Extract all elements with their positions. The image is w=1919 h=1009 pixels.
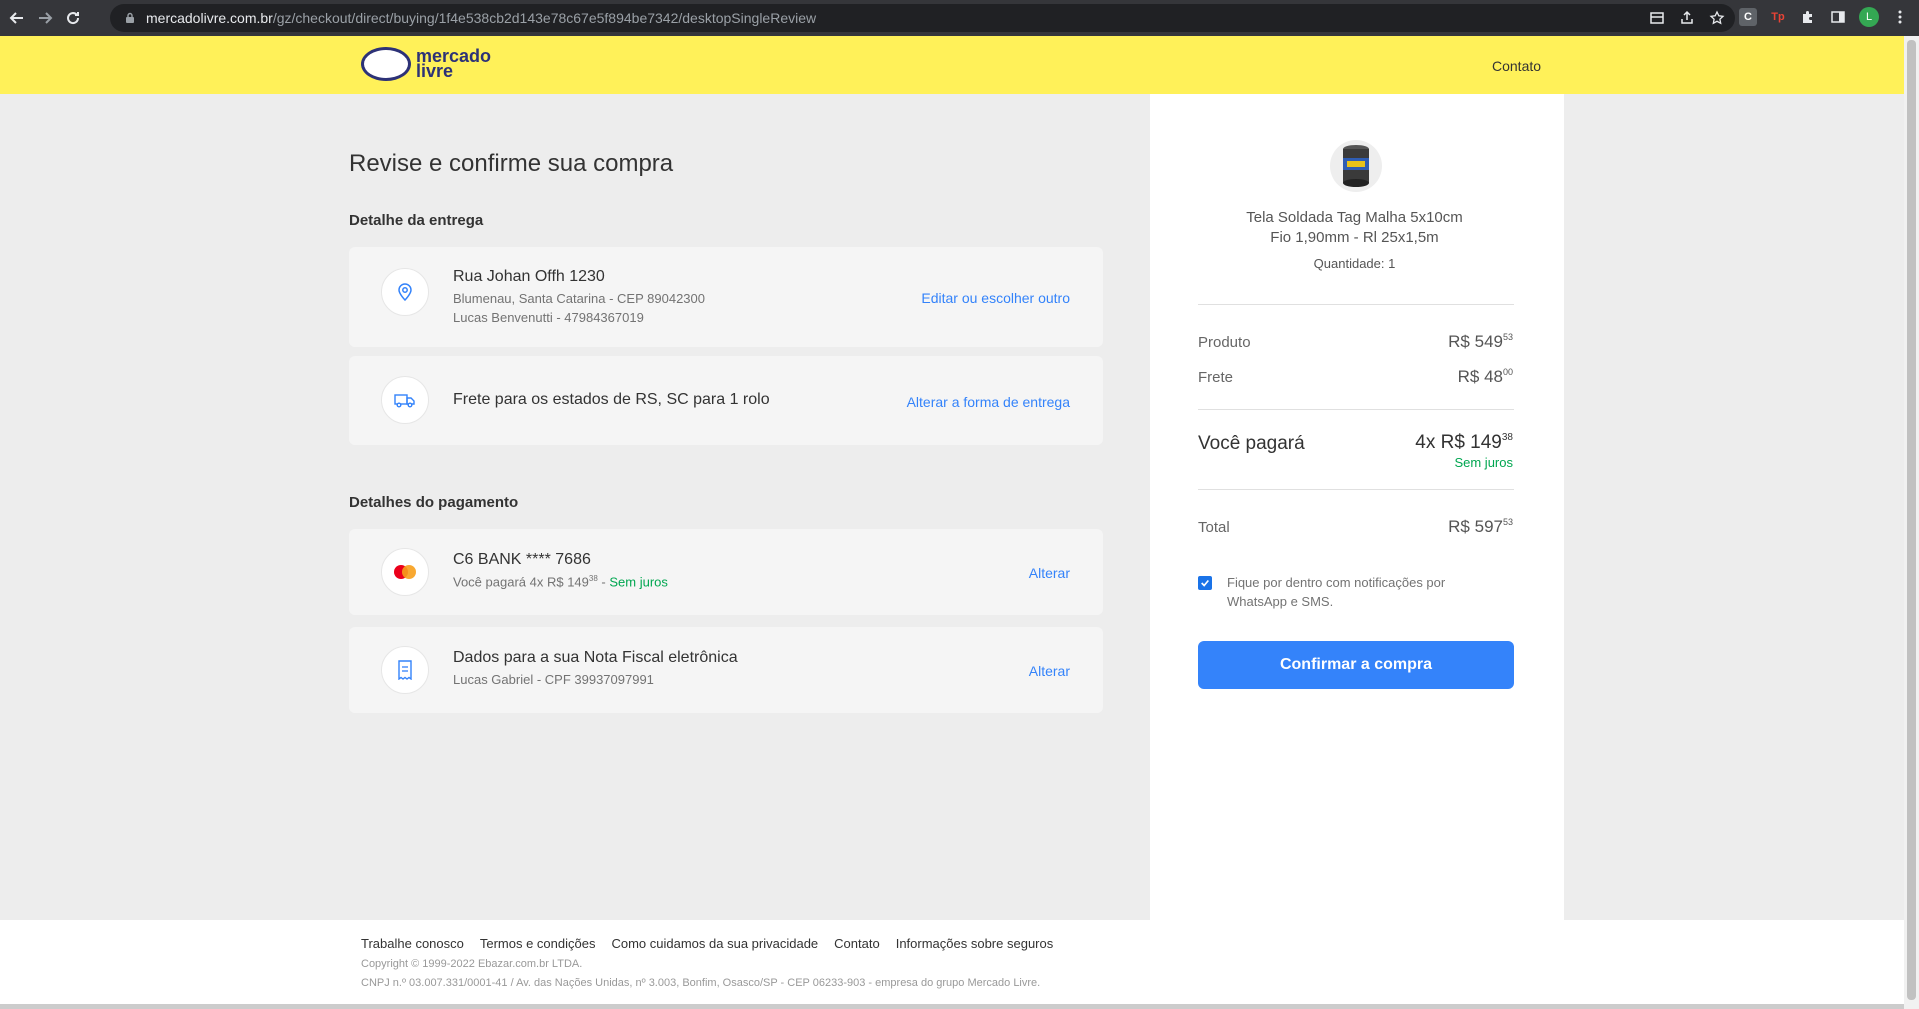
address-city: Blumenau, Santa Catarina - CEP 89042300 xyxy=(453,291,705,306)
confirm-purchase-button[interactable]: Confirmar a compra xyxy=(1198,641,1514,689)
footer-link-privacy[interactable]: Como cuidamos da sua privacidade xyxy=(611,936,818,951)
shipping-card: Frete para os estados de RS, SC para 1 r… xyxy=(349,356,1103,445)
edit-address-link[interactable]: Editar ou escolher outro xyxy=(921,290,1070,306)
bookmark-star-icon[interactable] xyxy=(1709,10,1725,26)
profile-avatar[interactable]: L xyxy=(1859,7,1879,27)
copyright-text: Copyright © 1999-2022 Ebazar.com.br LTDA… xyxy=(361,958,583,970)
url-path: /gz/checkout/direct/buying/1f4e538cb2d14… xyxy=(272,10,817,26)
notifications-checkbox[interactable] xyxy=(1198,576,1212,590)
card-installments: Você pagará 4x R$ 14938 - Sem juros xyxy=(453,574,668,590)
kebab-menu-icon[interactable] xyxy=(1891,8,1909,26)
card-name: C6 BANK **** 7686 xyxy=(453,551,591,568)
product-price-label: Produto xyxy=(1198,334,1251,351)
no-interest-note: Sem juros xyxy=(1454,455,1513,470)
mercado-livre-logo[interactable]: mercado livre xyxy=(361,47,491,81)
change-payment-link[interactable]: Alterar xyxy=(1029,565,1070,581)
site-footer: Trabalhe conosco Termos e condições Como… xyxy=(0,920,1904,1009)
extension-c-icon[interactable]: C xyxy=(1739,8,1757,26)
footer-links: Trabalhe conosco Termos e condições Como… xyxy=(361,936,1053,951)
page-scrollbar[interactable] xyxy=(1904,36,1919,1009)
footer-link-insurance[interactable]: Informações sobre seguros xyxy=(896,936,1054,951)
receipt-icon xyxy=(381,646,429,694)
url-host: mercadolivre.com.br xyxy=(146,10,273,26)
footer-link-contact[interactable]: Contato xyxy=(834,936,880,951)
truck-icon xyxy=(381,376,429,424)
shipping-text: Frete para os estados de RS, SC para 1 r… xyxy=(453,391,770,408)
forward-icon[interactable] xyxy=(34,7,56,29)
you-pay-label: Você pagará xyxy=(1198,433,1305,454)
scrollbar-thumb[interactable] xyxy=(1907,40,1916,1000)
total-label: Total xyxy=(1198,519,1230,536)
side-panel-icon[interactable] xyxy=(1829,8,1847,26)
address-card: Rua Johan Offh 1230 Blumenau, Santa Cata… xyxy=(349,247,1103,347)
checkmark-icon xyxy=(1201,579,1209,587)
page-title: Revise e confirme sua compra xyxy=(349,150,674,177)
handshake-logo-icon xyxy=(361,47,411,81)
logo-text-line2: livre xyxy=(416,61,454,81)
back-icon[interactable] xyxy=(6,7,28,29)
shipping-price: R$ 4800 xyxy=(1457,367,1513,386)
total-price: R$ 59753 xyxy=(1448,517,1513,536)
company-info-text: CNPJ n.º 03.007.331/0001-41 / Av. das Na… xyxy=(361,977,1041,989)
divider xyxy=(1198,409,1514,410)
you-pay-value: 4x R$ 14938 xyxy=(1415,432,1513,453)
footer-link-terms[interactable]: Termos e condições xyxy=(480,936,596,951)
tab-search-icon[interactable] xyxy=(1649,10,1665,26)
address-contact: Lucas Benvenutti - 47984367019 xyxy=(453,310,644,325)
site-header: mercado livre Contato xyxy=(0,36,1904,94)
notifications-label: Fique por dentro com notificações por Wh… xyxy=(1227,575,1446,609)
product-price: R$ 54953 xyxy=(1448,332,1513,351)
payment-card: C6 BANK **** 7686 Você pagará 4x R$ 1493… xyxy=(349,529,1103,615)
product-quantity: Quantidade: 1 xyxy=(1313,256,1396,271)
address-street: Rua Johan Offh 1230 xyxy=(453,268,605,285)
product-name: Tela Soldada Tag Malha 5x10cm Fio 1,90mm… xyxy=(1246,209,1463,246)
footer-bottom-bar xyxy=(0,1004,1904,1009)
divider xyxy=(1198,489,1514,490)
change-shipping-link[interactable]: Alterar a forma de entrega xyxy=(907,394,1070,410)
no-interest-label: Sem juros xyxy=(609,574,668,590)
mastercard-icon xyxy=(381,548,429,596)
invoice-title: Dados para a sua Nota Fiscal eletrônica xyxy=(453,649,738,666)
location-pin-icon xyxy=(381,268,429,316)
contact-link[interactable]: Contato xyxy=(1492,58,1541,74)
payment-section-title: Detalhes do pagamento xyxy=(349,494,519,511)
invoice-card: Dados para a sua Nota Fiscal eletrônica … xyxy=(349,627,1103,713)
shipping-price-label: Frete xyxy=(1198,369,1234,386)
address-bar[interactable]: mercadolivre.com.br/gz/checkout/direct/b… xyxy=(110,4,1735,32)
product-image xyxy=(1330,140,1382,192)
divider xyxy=(1198,304,1514,305)
reload-icon[interactable] xyxy=(62,7,84,29)
footer-link-careers[interactable]: Trabalhe conosco xyxy=(361,936,464,951)
browser-toolbar: mercadolivre.com.br/gz/checkout/direct/b… xyxy=(0,0,1919,36)
lock-icon xyxy=(126,12,134,23)
share-icon[interactable] xyxy=(1679,10,1695,26)
extension-tp-icon[interactable]: Tp xyxy=(1769,8,1787,26)
invoice-detail: Lucas Gabriel - CPF 39937097991 xyxy=(453,672,654,687)
delivery-section-title: Detalhe da entrega xyxy=(349,212,484,229)
extensions-puzzle-icon[interactable] xyxy=(1799,8,1817,26)
change-invoice-link[interactable]: Alterar xyxy=(1029,663,1070,679)
